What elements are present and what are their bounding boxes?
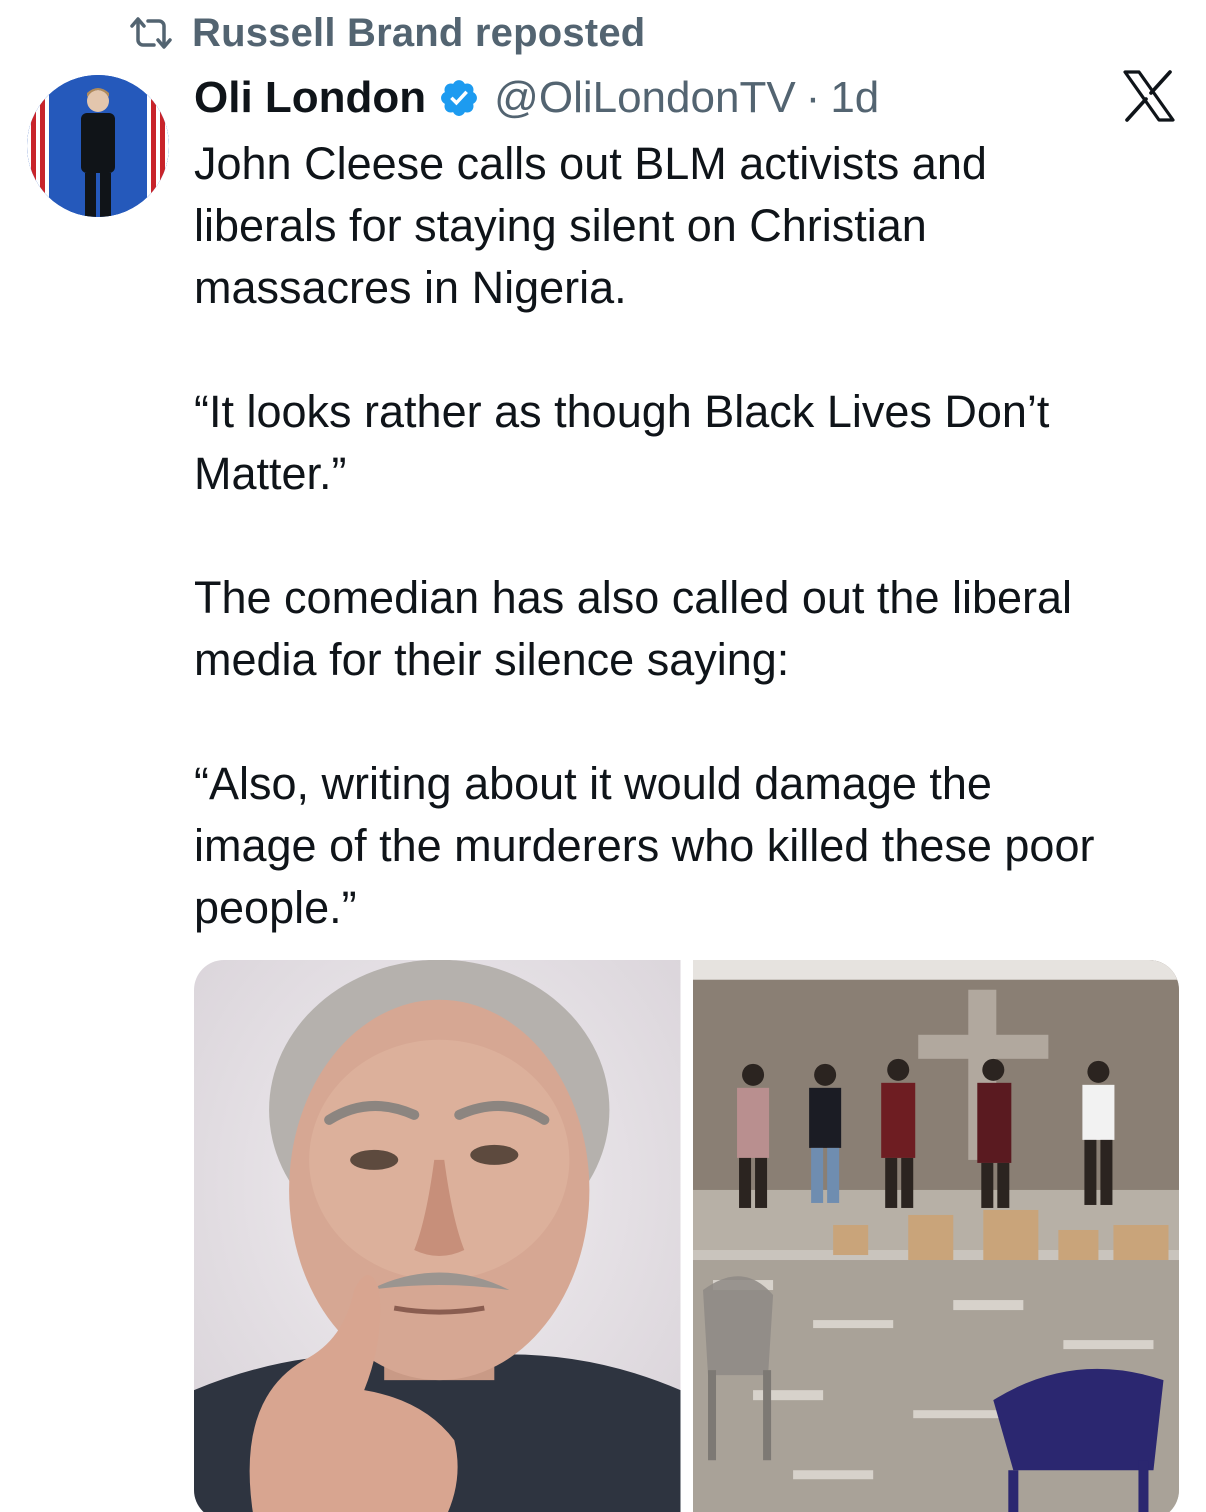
x-logo-icon bbox=[1122, 70, 1176, 122]
repost-context[interactable]: Russell Brand reposted bbox=[128, 8, 645, 58]
author-name[interactable]: Oli London bbox=[194, 73, 426, 123]
avatar[interactable] bbox=[27, 75, 169, 217]
tweet-text: John Cleese calls out BLM activists and … bbox=[194, 133, 1184, 939]
post-time[interactable]: 1d bbox=[830, 73, 879, 123]
church-ruins-photo[interactable] bbox=[692, 960, 1179, 1512]
author-handle[interactable]: @OliLondonTV bbox=[494, 73, 796, 123]
repost-label: Russell Brand reposted bbox=[192, 10, 646, 55]
verified-badge-icon bbox=[441, 80, 478, 116]
tweet-paragraph: The comedian has also called out the lib… bbox=[194, 572, 1073, 685]
tweet-paragraph: John Cleese calls out BLM activists and … bbox=[194, 138, 987, 313]
portrait-photo[interactable] bbox=[194, 960, 681, 1512]
repost-icon bbox=[128, 16, 174, 50]
media-grid bbox=[194, 960, 1179, 1512]
tweet-paragraph: “It looks rather as though Black Lives D… bbox=[194, 386, 1050, 499]
tweet-header: Oli London @OliLondonTV · 1d bbox=[194, 70, 879, 126]
separator-dot: · bbox=[805, 73, 821, 122]
tweet-paragraph: “Also, writing about it would damage the… bbox=[194, 758, 1095, 933]
